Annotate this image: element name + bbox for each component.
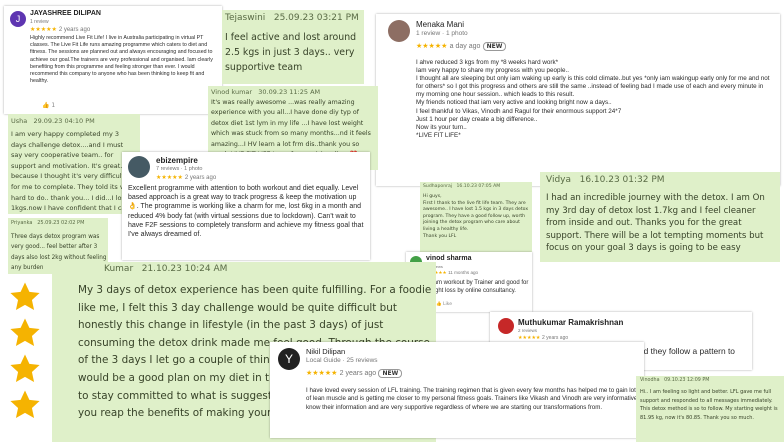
- review-text: Hi.. I am feeling so light and better. L…: [640, 389, 778, 421]
- review-line: I ahve reduced 3 kgs from my *8 weeks ha…: [416, 59, 559, 66]
- star-icon: [10, 282, 40, 311]
- review-line: Hi guys,: [423, 194, 442, 199]
- review-card-usha: Usha 29.09.23 04:10 PM I am very happy c…: [8, 114, 140, 214]
- review-meta: Local Guide · 25 reviews: [306, 357, 378, 364]
- star-rating: ★★★★★: [306, 369, 338, 377]
- review-line: My friends noticed that iam very active …: [416, 99, 612, 107]
- review-text: I have loved every session of LFL traini…: [306, 387, 640, 411]
- review-time: 2 years ago: [542, 335, 569, 341]
- reviewer-name: vinod sharma: [426, 255, 472, 262]
- review-meta: 2 reviews: [518, 328, 538, 333]
- review-time: 11 months ago: [448, 270, 479, 275]
- star-icon: [10, 354, 40, 383]
- review-text: I ahve reduced 3 kgs from my *8 weeks ha…: [416, 59, 772, 140]
- review-text: Hi guys, First I thank to the live fit l…: [423, 194, 529, 240]
- review-line: *LIVE FIT LIFE*: [416, 131, 461, 139]
- rating-row: ★★★★★ 2 years ago: [518, 335, 568, 341]
- review-text: I feel active and lost around 2.5 kgs in…: [225, 32, 357, 73]
- avatar: J: [10, 11, 26, 27]
- review-text: I had an incredible journey with the det…: [546, 193, 765, 254]
- star-icon: [10, 318, 40, 347]
- review-time: 2 years ago: [339, 370, 377, 377]
- review-line: Just 1 hour per day create a big differe…: [416, 115, 538, 123]
- review-time: 2 years ago: [58, 27, 91, 33]
- review-line: I feel thankful to Vikas, Vinodh and Rag…: [416, 107, 622, 115]
- review-line: Iam very happy to share my progress with…: [416, 67, 569, 75]
- rating-row: ★★★★★ 2 years ago NEW: [306, 369, 403, 378]
- review-line: First I thank to the live fit life team.…: [423, 200, 529, 232]
- review-header: Kumar 21.10.23 10:24 AM: [104, 264, 228, 274]
- reviewer-name: Nikil Dilipan: [306, 347, 346, 356]
- review-header: Usha 29.09.23 04:10 PM: [11, 117, 95, 125]
- review-meta: 7 reviews · 1 photo: [156, 166, 203, 172]
- review-card-ebizempire: ebizempire 7 reviews · 1 photo ★★★★★ 2 y…: [122, 152, 370, 260]
- review-text: I am very happy completed my 3 days chal…: [11, 130, 134, 213]
- review-card-sudhaponraj: Sudhaponraj 16.10.23 07:05 AM Hi guys, F…: [420, 182, 532, 258]
- review-text: Highly recommend Live Fit Life! I live i…: [30, 35, 213, 85]
- like-count: 1: [51, 102, 56, 109]
- review-line: Now its your turn..: [416, 123, 467, 131]
- review-line: Thank you LFL: [423, 233, 457, 239]
- review-card-menaka: Menaka Mani 1 review · 1 photo ★★★★★ a d…: [376, 14, 780, 186]
- star-rating: ★★★★★: [416, 42, 448, 50]
- review-header: Vinodha 09.10.23 12:09 PM: [640, 378, 710, 383]
- review-header: Sudhaponraj 16.10.23 07:05 AM: [423, 184, 501, 189]
- avatar: [128, 156, 150, 178]
- star-rating: ★★★★★: [518, 335, 541, 341]
- review-meta: 1 review · 1 photo: [416, 30, 468, 37]
- like-button[interactable]: 👍 Like: [436, 302, 452, 307]
- new-badge: NEW: [482, 42, 507, 51]
- reviewer-name: Muthukumar Ramakrishnan: [518, 318, 624, 327]
- review-text: Osam workout by Trainer and good for wei…: [426, 280, 529, 294]
- review-text: Excellent programme with attention to bo…: [128, 185, 364, 239]
- reviewer-name: ebizempire: [156, 156, 198, 165]
- review-header: Tejaswini 25.09.23 03:21 PM: [225, 13, 359, 23]
- reviewer-name: JAYASHREE DILIPAN: [30, 10, 101, 17]
- rating-row: ★★★★★ 2 years ago: [30, 26, 90, 33]
- star-rating: ★★★★★: [156, 174, 183, 181]
- avatar: Y: [278, 348, 300, 370]
- avatar: [498, 318, 514, 334]
- review-line: I thought all are sleeping but only iam …: [416, 75, 770, 99]
- review-card-tejaswini: Tejaswini 25.09.23 03:21 PM I feel activ…: [222, 10, 364, 84]
- review-time: 2 years ago: [184, 175, 217, 181]
- review-time: a day ago: [449, 43, 481, 50]
- thumbs-up-icon: 👍: [42, 102, 50, 109]
- rating-row: ★★★★★ a day ago NEW: [416, 42, 507, 51]
- review-header: Priyanka 25.09.23 02:02 PM: [11, 220, 85, 226]
- thumbs-up-icon: 👍: [436, 302, 442, 307]
- review-card-nikil: Y Nikil Dilipan Local Guide · 25 reviews…: [270, 342, 644, 438]
- review-header: Vinod kumar 30.09.23 11:25 AM: [211, 88, 321, 96]
- rating-row: ★★★★★ 2 years ago: [156, 174, 216, 181]
- new-badge: NEW: [378, 369, 403, 378]
- like-button[interactable]: 👍 1: [42, 102, 55, 109]
- review-meta: 1 review: [30, 19, 49, 25]
- review-header: Vidya 16.10.23 01:32 PM: [546, 175, 665, 185]
- review-card-vidya: Vidya 16.10.23 01:32 PM I had an incredi…: [540, 172, 780, 262]
- reviewer-name: Menaka Mani: [416, 20, 465, 29]
- avatar: [388, 20, 410, 42]
- review-card-vinodha: Vinodha 09.10.23 12:09 PM Hi.. I am feel…: [636, 376, 784, 442]
- star-icon: [10, 390, 40, 419]
- review-card-jayashree: J JAYASHREE DILIPAN 1 review ★★★★★ 2 yea…: [4, 6, 222, 114]
- like-label: Like: [443, 302, 453, 307]
- star-rating: ★★★★★: [30, 26, 57, 33]
